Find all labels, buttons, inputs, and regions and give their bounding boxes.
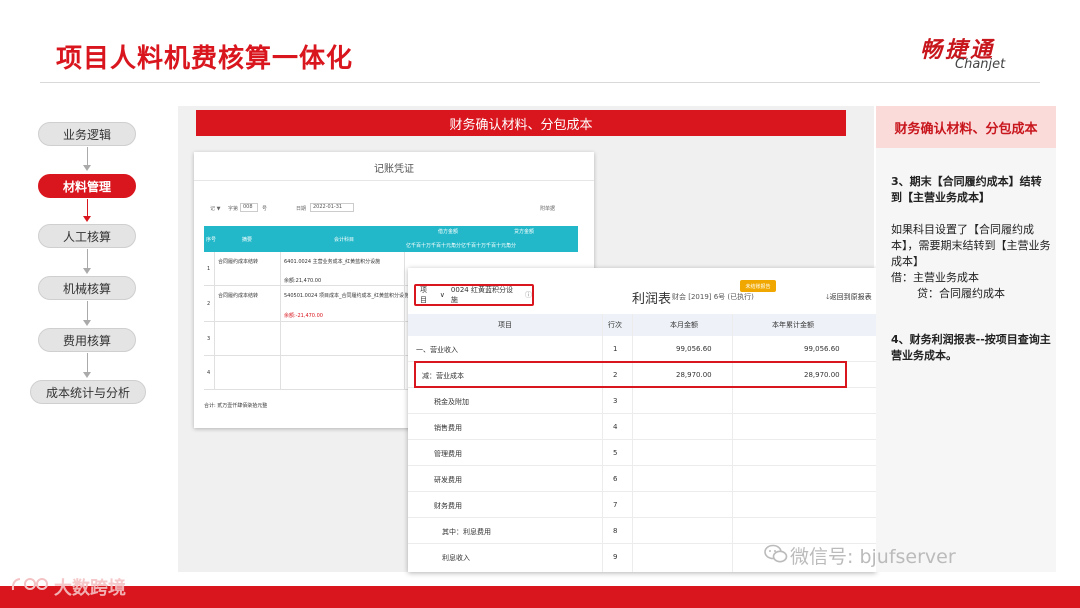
col-line: 行次 [608, 321, 622, 329]
flow-connector [87, 249, 88, 269]
flow-arrow-icon [83, 320, 91, 326]
voucher-total: 合计: 贰万壹仟肆佰柒拾元整 [204, 403, 268, 409]
flow-connector [87, 301, 88, 321]
profit-report-window: 项目 ∨ 0024 红黄蓝积分设施 ⓘ 利润表 财会 [2019] 6号 (已执… [408, 268, 876, 572]
back-to-report-link[interactable]: 🡓返回到原报表 [826, 292, 872, 304]
chevron-down-icon: ∨ [439, 291, 445, 299]
table-row[interactable]: 一、营业收入 1 99,056.60 99,056.60 [408, 336, 876, 362]
step-cost-analysis[interactable]: 成本统计与分析 [30, 380, 146, 404]
note-debit: 借：主营业务成本 [891, 271, 979, 284]
table-row[interactable]: 销售费用 4 [408, 414, 876, 440]
flow-arrow-icon [83, 216, 91, 222]
date-field[interactable]: 2022-01-31 [310, 203, 354, 212]
right-panel-title: 财务确认材料、分包成本 [876, 106, 1056, 148]
table-row[interactable]: 其中：利息费用 8 [408, 518, 876, 544]
digit-scale: 亿千百十万千百十元角分亿千百十万千百十元角分 [406, 243, 517, 249]
divider [194, 180, 594, 181]
voucher-number-field[interactable]: 008 [240, 203, 258, 212]
grid-line [404, 252, 405, 390]
project-select[interactable]: 0024 红黄蓝积分设施 [451, 285, 519, 305]
col-row-no: 序号 [206, 237, 217, 243]
slide: 项目人料机费核算一体化 畅捷通 Chanjet 业务逻辑 材料管理 人工核算 机… [0, 0, 1080, 608]
step-expense-accounting[interactable]: 费用核算 [38, 328, 136, 352]
grid-line [214, 252, 215, 390]
project-label: 项目 [420, 286, 427, 304]
col-debit: 借方金额 [438, 229, 459, 235]
watermark: 微信号: bjufserver [790, 546, 956, 568]
table-row[interactable]: 管理费用 5 [408, 440, 876, 466]
grid-line [280, 252, 281, 390]
note-step-4: 4、财务利润报表--按项目查询主营业务成本。 [891, 333, 1051, 362]
col-credit: 贷方金额 [514, 229, 535, 235]
status-badge: 未结账报告 [740, 280, 776, 292]
word-no-label: 字第 [228, 206, 239, 212]
report-standard[interactable]: 财会 [2019] 6号 (已执行) [672, 292, 754, 302]
flow-connector [87, 147, 88, 167]
note-credit: 贷：合同履约成本 [917, 287, 1005, 300]
report-title: 利润表 [632, 292, 672, 307]
footer-bar [0, 586, 1080, 608]
word-label[interactable]: 记 ▼ [210, 205, 220, 212]
flow-arrow-icon [83, 372, 91, 378]
table-row[interactable]: 税金及附加 3 [408, 388, 876, 414]
brand-logo-icon [11, 578, 48, 591]
highlight-box [414, 361, 847, 388]
number-suffix: 号 [262, 206, 268, 212]
step-machinery-accounting[interactable]: 机械核算 [38, 276, 136, 300]
report-toolbar: 项目 ∨ 0024 红黄蓝积分设施 ⓘ 利润表 财会 [2019] 6号 (已执… [408, 268, 876, 314]
step-labor-accounting[interactable]: 人工核算 [38, 224, 136, 248]
note-description: 如果科目设置了【合同履约成本】，需要期末结转到【主营业务成本】 [891, 223, 1051, 268]
brand-watermark: 大数跨境 [54, 578, 126, 599]
report-table-header: 项目 行次 本月金额 本年累计金额 [408, 314, 876, 336]
logo-english: Chanjet [955, 57, 1006, 72]
flow-arrow-icon [83, 165, 91, 171]
wechat-icon [764, 544, 788, 563]
col-account: 会计科目 [334, 237, 355, 243]
attachment-label: 附单据 [540, 206, 556, 212]
banner: 财务确认材料、分包成本 [196, 110, 846, 136]
step-material-management[interactable]: 材料管理 [38, 174, 136, 198]
header-divider [40, 82, 1040, 83]
voucher-table-header: 序号 摘要 会计科目 借方金额 贷方金额 亿千百十万千百十元角分亿千百十万千百十… [204, 226, 578, 252]
col-summary: 摘要 [242, 237, 253, 243]
flow-arrow-icon [83, 268, 91, 274]
info-icon[interactable]: ⓘ [525, 290, 532, 300]
table-row[interactable]: 财务费用 7 [408, 492, 876, 518]
flow-connector [87, 353, 88, 373]
step-business-logic[interactable]: 业务逻辑 [38, 122, 136, 146]
voucher-title: 记账凭证 [374, 164, 414, 175]
date-label: 日期 [296, 206, 307, 212]
col-year: 本年累计金额 [772, 321, 814, 329]
table-row[interactable]: 研发费用 6 [408, 466, 876, 492]
flow-connector [87, 199, 88, 217]
col-item: 项目 [498, 321, 512, 329]
note-step-3: 3、期末【合同履约成本】结转到【主营业务成本】 [891, 175, 1042, 204]
page-title: 项目人料机费核算一体化 [56, 44, 354, 74]
project-filter[interactable]: 项目 ∨ 0024 红黄蓝积分设施 ⓘ [414, 284, 534, 306]
col-month: 本月金额 [670, 321, 698, 329]
